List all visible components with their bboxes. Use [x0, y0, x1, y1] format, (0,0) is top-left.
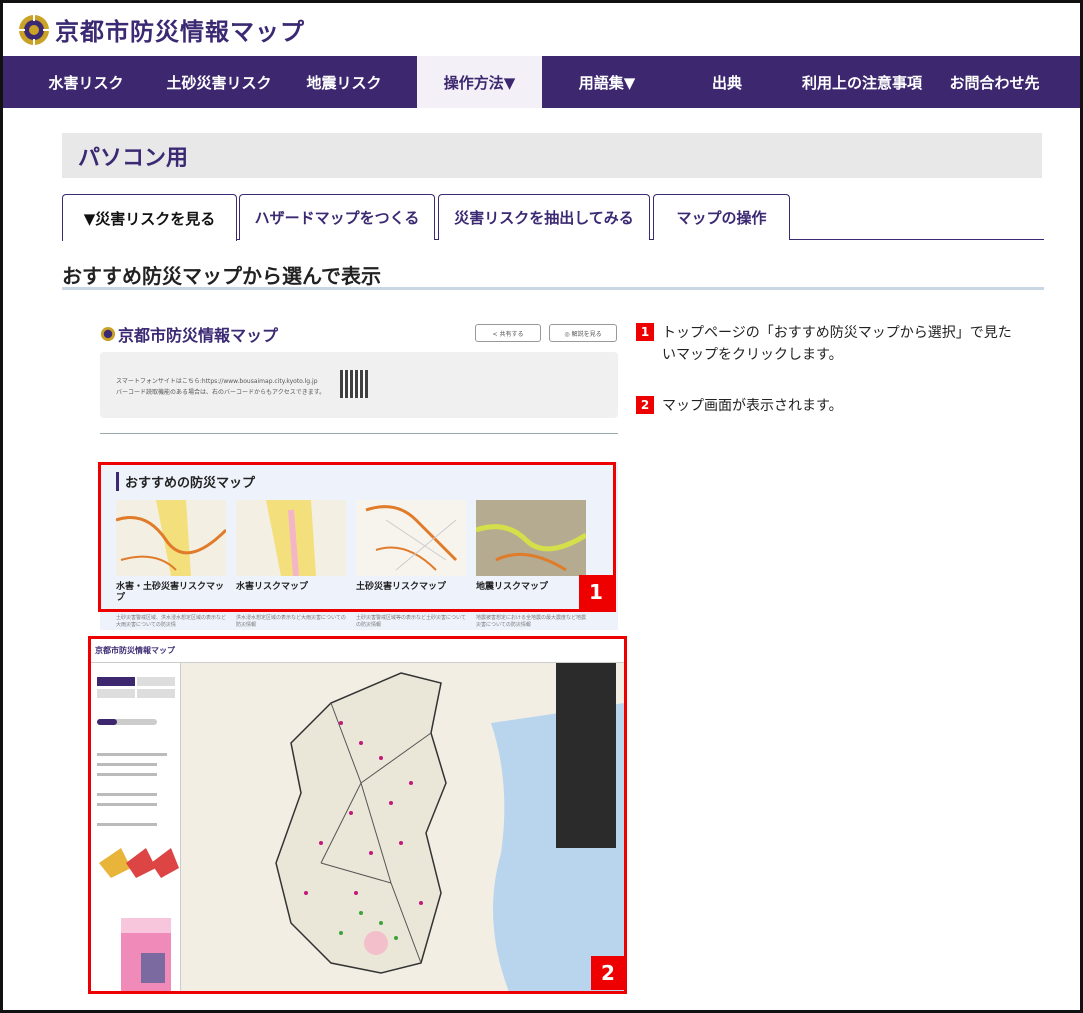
qr-code-icon [340, 370, 368, 398]
map-desc-flood: 洪水浸水想定区域の表示など大雨災害についての防災情報 [236, 615, 346, 628]
content-heading: おすすめ防災マップから選んで表示 [62, 264, 381, 288]
shot2-sidebar-graphic [97, 677, 179, 991]
nav-landslide-risk[interactable]: 土砂災害リスク [149, 56, 289, 108]
site-header: 京都市防災情報マップ [3, 3, 1080, 56]
shot1-help-button: ◎ 解説を見る [549, 324, 617, 342]
step-2: 2 マップ画面が表示されます。 [636, 395, 1022, 417]
map-desc-landslide: 土砂災害警戒区域等の表示など土砂災害についての防災情報 [356, 615, 466, 628]
shot2-sidebar [91, 663, 181, 991]
tab-bar: ▼災害リスクを見る ハザードマップをつくる 災害リスクを抽出してみる マップの操… [62, 194, 1044, 241]
map-desc-earthquake: 地震被害想定における全地震の最大震度など地震災害についての防災情報 [476, 615, 587, 628]
section-title: パソコン用 [62, 133, 1042, 178]
nav-glossary[interactable]: 用語集▼ [542, 56, 672, 108]
nav-how-to-use[interactable]: 操作方法▼ [417, 56, 542, 108]
shot1-info-line2: バーコード読取機能のある場合は、右のバーコードからもアクセスできます。 [116, 389, 326, 396]
map-desc-flood-landslide: 土砂災害警戒区域、洪水浸水想定区域の表示など大雨災害についての防災情 [116, 615, 227, 628]
shot1-info-box: スマートフォンサイトはこちら:https://www.bousaimap.cit… [100, 352, 618, 418]
nav-terms[interactable]: 利用上の注意事項 [787, 56, 937, 108]
heading-rule [62, 287, 1044, 290]
nav-sources[interactable]: 出典 [682, 56, 772, 108]
nav-earthquake-risk[interactable]: 地震リスク [294, 56, 394, 108]
shot2-map [181, 663, 624, 991]
badge-1: 1 [579, 575, 613, 609]
shot1-title: 京都市防災情報マップ [100, 322, 278, 346]
shot1-title-text: 京都市防災情報マップ [118, 326, 279, 345]
tab-extract-risk[interactable]: 災害リスクを抽出してみる [438, 194, 650, 240]
shot2-title: 京都市防災情報マップ [95, 646, 175, 655]
nav-contact[interactable]: お問合わせ先 [942, 56, 1047, 108]
city-emblem-icon [100, 326, 116, 342]
shot1-info-line1: スマートフォンサイトはこちら:https://www.bousaimap.cit… [116, 378, 318, 385]
shot1-divider [100, 433, 618, 434]
main-nav: 水害リスク 土砂災害リスク 地震リスク 操作方法▼ 用語集▼ 出典 利用上の注意… [3, 56, 1080, 108]
site-title[interactable]: 京都市防災情報マップ [55, 12, 305, 47]
city-emblem-icon [19, 14, 49, 45]
step-2-number: 2 [636, 396, 654, 414]
tab-map-operation[interactable]: マップの操作 [653, 194, 790, 240]
screenshot-map-view: 京都市防災情報マップ [88, 636, 627, 994]
step-1: 1 トップページの「おすすめ防災マップから選択」で見たいマップをクリックします。 [636, 322, 1022, 366]
nav-flood-risk[interactable]: 水害リスク [43, 56, 129, 108]
step-1-number: 1 [636, 323, 654, 341]
tab-make-hazard-map[interactable]: ハザードマップをつくる [239, 194, 435, 240]
shot2-layer-panel [556, 663, 616, 848]
highlight-box-1 [98, 462, 616, 612]
badge-2: 2 [591, 956, 625, 990]
tab-view-risk[interactable]: ▼災害リスクを見る [62, 194, 237, 241]
shot1-share-button: < 共有する [475, 324, 541, 342]
step-1-text: トップページの「おすすめ防災マップから選択」で見たいマップをクリックします。 [662, 325, 1012, 363]
shot2-topbar: 京都市防災情報マップ [91, 639, 624, 663]
step-2-text: マップ画面が表示されます。 [662, 398, 843, 414]
